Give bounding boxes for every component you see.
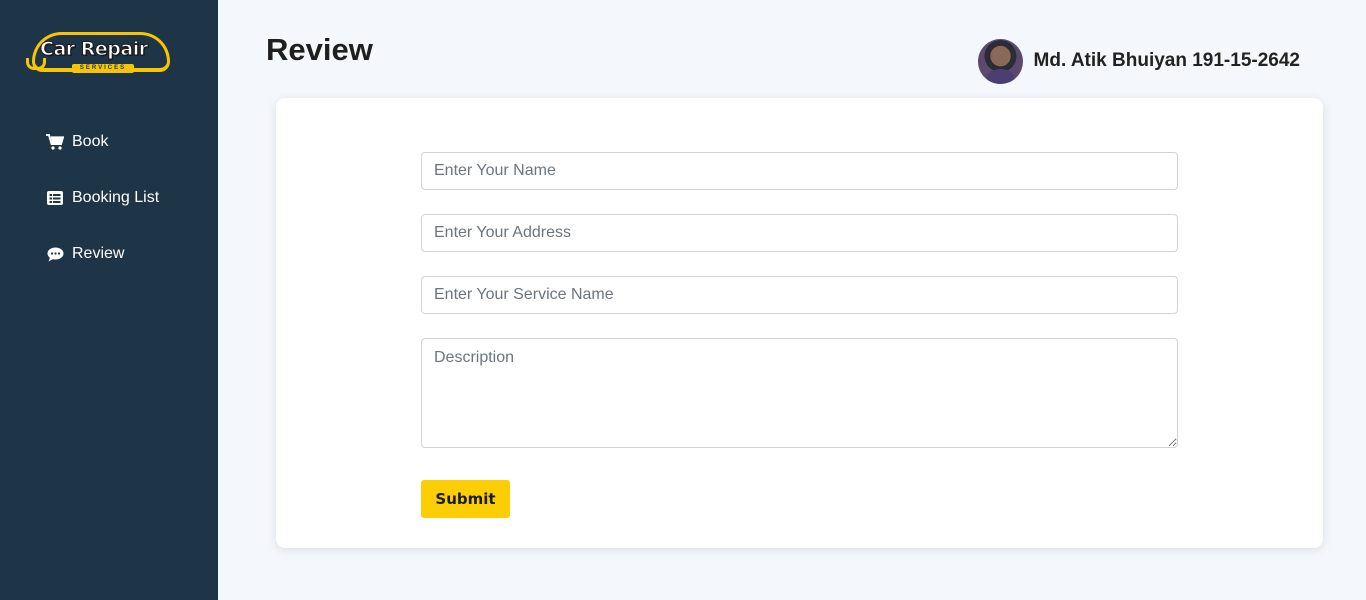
- list-icon: [46, 190, 64, 206]
- sidebar-item-book[interactable]: Book: [46, 130, 159, 154]
- page-title: Review: [266, 32, 373, 67]
- sidebar-item-label: Review: [72, 245, 125, 262]
- brand-tagline: SERVICES: [72, 64, 134, 73]
- avatar[interactable]: [977, 38, 1023, 84]
- description-textarea[interactable]: [421, 338, 1178, 448]
- name-input[interactable]: [421, 152, 1178, 190]
- sidebar-item-label: Booking List: [72, 189, 160, 206]
- sidebar-item-label: Book: [72, 133, 109, 150]
- comment-icon: [46, 246, 64, 262]
- sidebar-item-booking-list[interactable]: Booking List: [46, 186, 159, 210]
- submit-button[interactable]: Submit: [421, 480, 510, 518]
- user-profile[interactable]: Md. Atik Bhuiyan 191-15-2642: [977, 38, 1300, 84]
- cart-icon: [46, 134, 64, 150]
- sidebar-item-review[interactable]: Review: [46, 242, 159, 266]
- address-input[interactable]: [421, 214, 1178, 252]
- brand-name: Car Repair: [40, 38, 149, 61]
- service-name-input[interactable]: [421, 276, 1178, 314]
- review-form-card: Submit: [276, 98, 1323, 548]
- brand-logo[interactable]: Car Repair SERVICES: [26, 28, 176, 80]
- user-name: Md. Atik Bhuiyan 191-15-2642: [1033, 50, 1300, 71]
- sidebar: Car Repair SERVICES Book Booking List Re…: [0, 0, 218, 600]
- sidebar-nav: Book Booking List Review: [46, 130, 159, 298]
